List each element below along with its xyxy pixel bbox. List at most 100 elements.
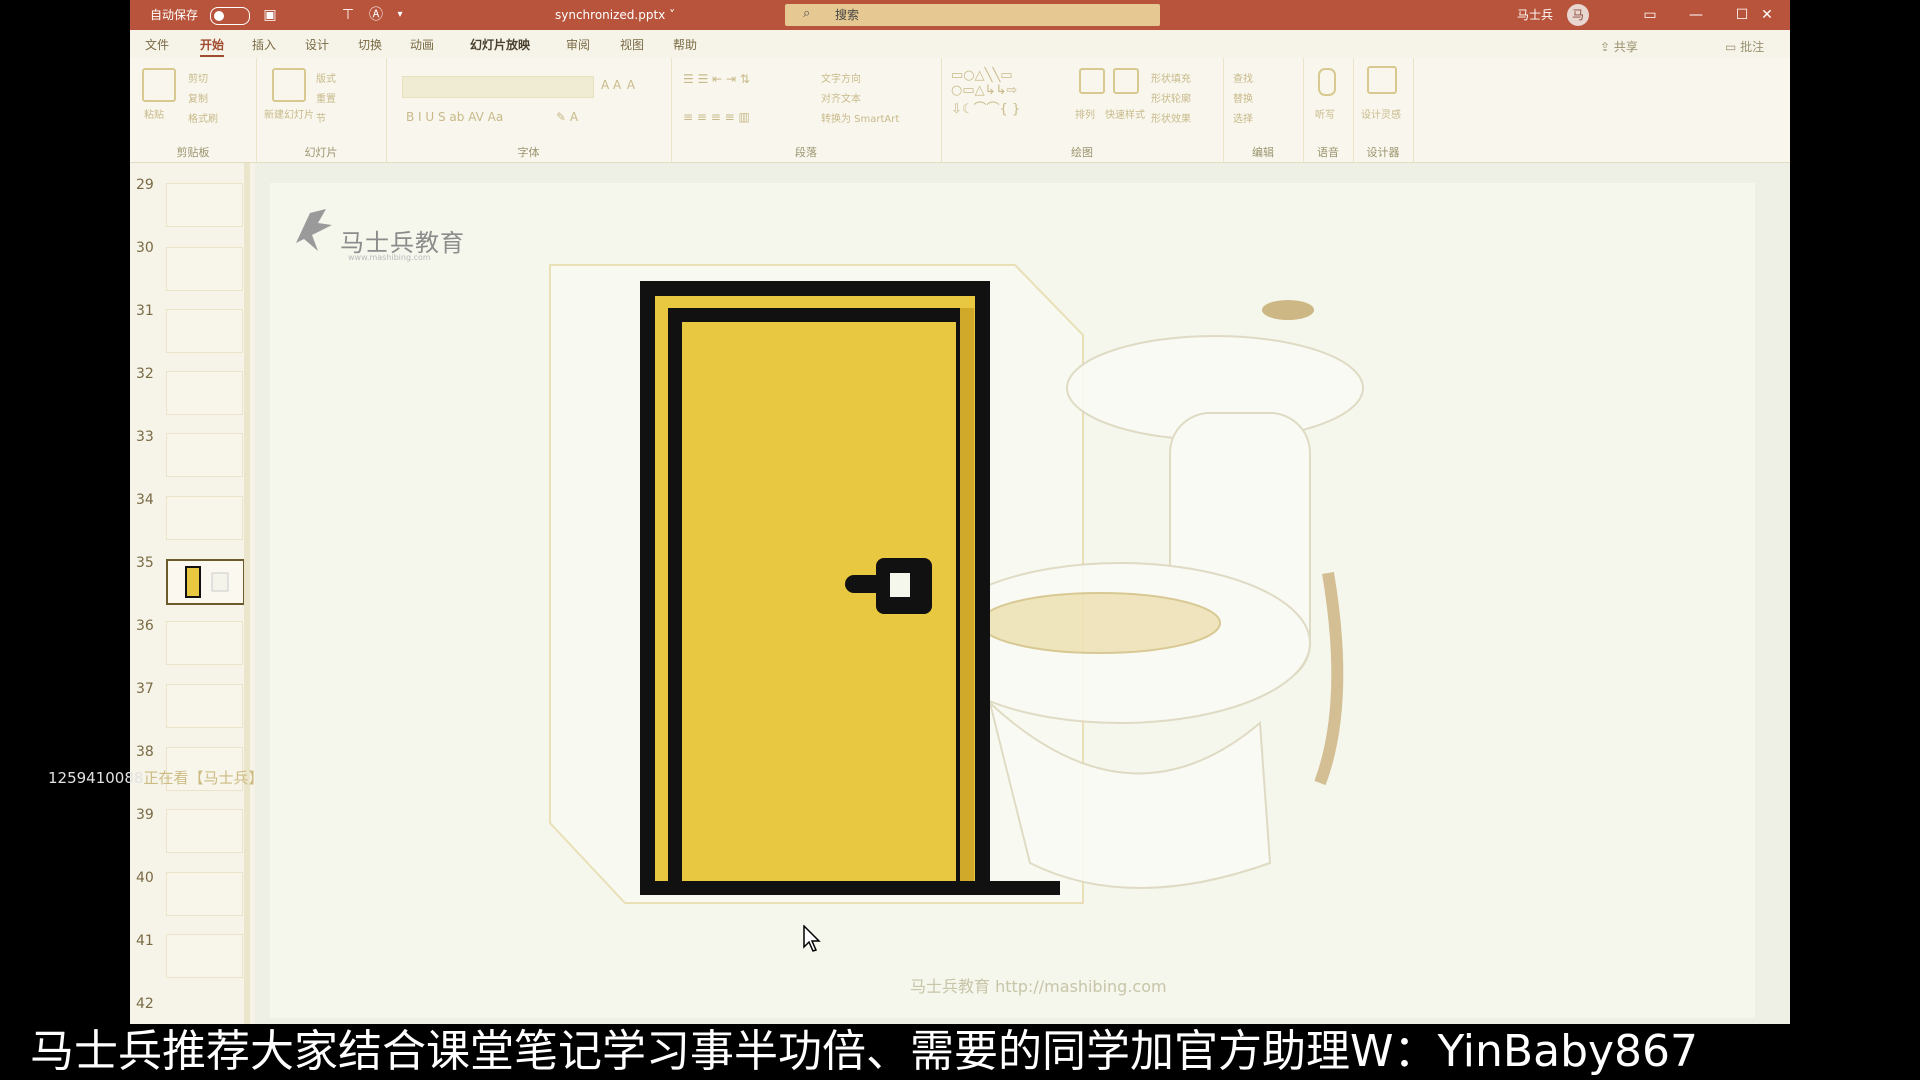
smartart-button[interactable]: 转换为 SmartArt — [821, 110, 899, 125]
shapes-gallery[interactable]: ▭○△╲╲▭ ○▭△↳↳⇨ ⇩☾⌒⌒{ } — [951, 68, 1020, 117]
replace-button[interactable]: 替换 — [1233, 90, 1253, 105]
tab-review[interactable]: 审阅 — [566, 36, 590, 53]
shape-fill-button[interactable]: 形状填充 — [1151, 70, 1191, 85]
slide-thumbnail[interactable] — [166, 183, 243, 227]
tab-view[interactable]: 视图 — [620, 36, 644, 53]
slide-number: 32 — [136, 366, 154, 382]
section-button[interactable]: 节 — [316, 110, 326, 125]
ribbon-display-icon[interactable]: ▭ — [1627, 0, 1673, 30]
slide-thumbnail[interactable] — [166, 247, 243, 291]
slide-number: 29 — [136, 177, 154, 193]
slide-number: 38 — [136, 744, 154, 760]
shape-effects-button[interactable]: 形状效果 — [1151, 110, 1191, 125]
designer-icon[interactable] — [1367, 66, 1397, 94]
font-style-buttons[interactable]: B I U S ab AV Aa — [406, 110, 503, 124]
reset-button[interactable]: 重置 — [316, 90, 336, 105]
group-font: A A Ａ B I U S ab AV Aa ✎ A 字体 — [386, 58, 672, 162]
align-buttons[interactable]: ≡ ≡ ≡ ≡ ▥ — [683, 110, 750, 124]
group-label-paragraph: 段落 — [795, 146, 817, 159]
cut-button[interactable]: 剪切 — [188, 70, 208, 85]
group-label-editing: 编辑 — [1252, 146, 1274, 159]
viewer-watermark: 1259410088正在看【马士兵】 — [48, 767, 263, 788]
slide-thumbnail-selected[interactable] — [166, 559, 245, 605]
tab-animations[interactable]: 动画 — [410, 36, 434, 53]
tab-transitions[interactable]: 切换 — [358, 36, 382, 53]
viewer-note: 正在看【马士兵】 — [143, 769, 264, 787]
user-name[interactable]: 马士兵 — [1517, 0, 1553, 30]
slide-number: 33 — [136, 429, 154, 445]
mouse-cursor-icon — [803, 925, 821, 952]
tab-design[interactable]: 设计 — [305, 36, 329, 53]
slide-thumbnail[interactable] — [166, 684, 243, 728]
search-box[interactable]: ⌕ 搜索 — [785, 4, 1160, 26]
group-voice: 听写 语音 — [1303, 58, 1354, 162]
tab-insert[interactable]: 插入 — [252, 36, 276, 53]
slide-number: 41 — [136, 933, 154, 949]
customize-toolbar-icon[interactable]: ▾ — [390, 5, 410, 25]
document-title[interactable]: synchronized.pptx ˅ — [555, 0, 675, 30]
slide-thumbnail[interactable] — [166, 371, 243, 415]
new-slide-icon[interactable] — [272, 68, 306, 102]
copy-button[interactable]: 复制 — [188, 90, 208, 105]
tab-home[interactable]: 开始 — [200, 36, 225, 57]
slide-canvas[interactable]: 马士兵教育 www.mashibing.com 马士兵教育 http://mas… — [255, 163, 1790, 1024]
dictate-label[interactable]: 听写 — [1315, 106, 1335, 121]
slide-thumbnail-panel: 29 30 31 32 33 34 35 36 37 38 39 40 41 4… — [130, 163, 250, 1024]
font-name-box[interactable] — [402, 76, 594, 98]
current-slide[interactable]: 马士兵教育 www.mashibing.com 马士兵教育 http://mas… — [270, 183, 1755, 1018]
select-button[interactable]: 选择 — [1233, 110, 1253, 125]
comments-button[interactable]: ▭ 批注 — [1725, 38, 1764, 55]
arrange-icon[interactable] — [1079, 68, 1105, 94]
group-label-voice: 语音 — [1317, 146, 1339, 159]
group-clipboard: 粘贴 剪切 复制 格式刷 剪贴板 — [130, 58, 257, 162]
new-slide-label[interactable]: 新建幻灯片 — [264, 106, 314, 121]
autosave-toggle[interactable] — [210, 7, 250, 25]
quick-styles-label[interactable]: 快速样式 — [1105, 106, 1145, 121]
tab-file[interactable]: 文件 — [145, 36, 169, 53]
paste-icon[interactable] — [142, 68, 176, 102]
slide-thumbnail[interactable] — [166, 621, 243, 665]
slide-thumbnail[interactable] — [166, 934, 243, 978]
font-color-buttons[interactable]: ✎ A — [556, 110, 578, 124]
slide-number: 34 — [136, 492, 154, 508]
slide-number: 36 — [136, 618, 154, 634]
slide-number: 31 — [136, 303, 154, 319]
minimize-button[interactable]: — — [1673, 0, 1719, 30]
avatar[interactable]: 马 — [1567, 4, 1589, 26]
slide-thumbnail[interactable] — [166, 309, 243, 353]
tab-slideshow[interactable]: 幻灯片放映 — [470, 36, 530, 53]
format-painter-button[interactable]: 格式刷 — [188, 110, 218, 125]
share-label: 共享 — [1613, 40, 1638, 54]
thumbnail-scrollbar[interactable] — [244, 163, 250, 1024]
slide-thumbnail[interactable] — [166, 496, 243, 540]
font-size-controls[interactable]: A A Ａ — [601, 76, 637, 93]
autosave-label: 自动保存 — [150, 8, 199, 22]
group-editing: 查找 替换 选择 编辑 — [1223, 58, 1304, 162]
slide-thumbnail[interactable] — [166, 433, 243, 477]
list-buttons[interactable]: ☰ ☰ ⇤ ⇥ ⇅ — [683, 72, 750, 86]
text-direction-button[interactable]: 文字方向 — [821, 70, 861, 85]
title-bar: 自动保存 ▣ ⊤ Ⓐ ▾ synchronized.pptx ˅ ⌕ 搜索 马士… — [130, 0, 1790, 30]
arrange-label[interactable]: 排列 — [1075, 106, 1095, 121]
slide-thumbnail[interactable] — [166, 809, 243, 853]
slide-thumbnail[interactable] — [166, 872, 243, 916]
search-icon: ⌕ — [803, 6, 811, 21]
find-button[interactable]: 查找 — [1233, 70, 1253, 85]
quick-styles-icon[interactable] — [1113, 68, 1139, 94]
tab-help[interactable]: 帮助 — [673, 36, 697, 53]
slide-footer: 马士兵教育 http://mashibing.com — [910, 977, 1167, 996]
group-label-drawing: 绘图 — [1071, 146, 1093, 159]
slide-number: 37 — [136, 681, 154, 697]
close-button[interactable]: ✕ — [1744, 0, 1790, 30]
shape-outline-button[interactable]: 形状轮廓 — [1151, 90, 1191, 105]
text-box-icon[interactable]: Ⓐ — [366, 5, 386, 25]
design-ideas-label[interactable]: 设计灵感 — [1361, 106, 1401, 121]
layout-button[interactable]: 版式 — [316, 70, 336, 85]
align-text-button[interactable]: 对齐文本 — [821, 90, 861, 105]
microphone-icon[interactable] — [1318, 68, 1336, 96]
save-icon[interactable]: ▣ — [260, 5, 280, 25]
share-button[interactable]: ⇪ 共享 — [1600, 38, 1638, 55]
present-icon[interactable]: ⊤ — [338, 5, 358, 25]
slide-artwork — [549, 264, 1364, 904]
paste-label[interactable]: 粘贴 — [144, 106, 164, 121]
